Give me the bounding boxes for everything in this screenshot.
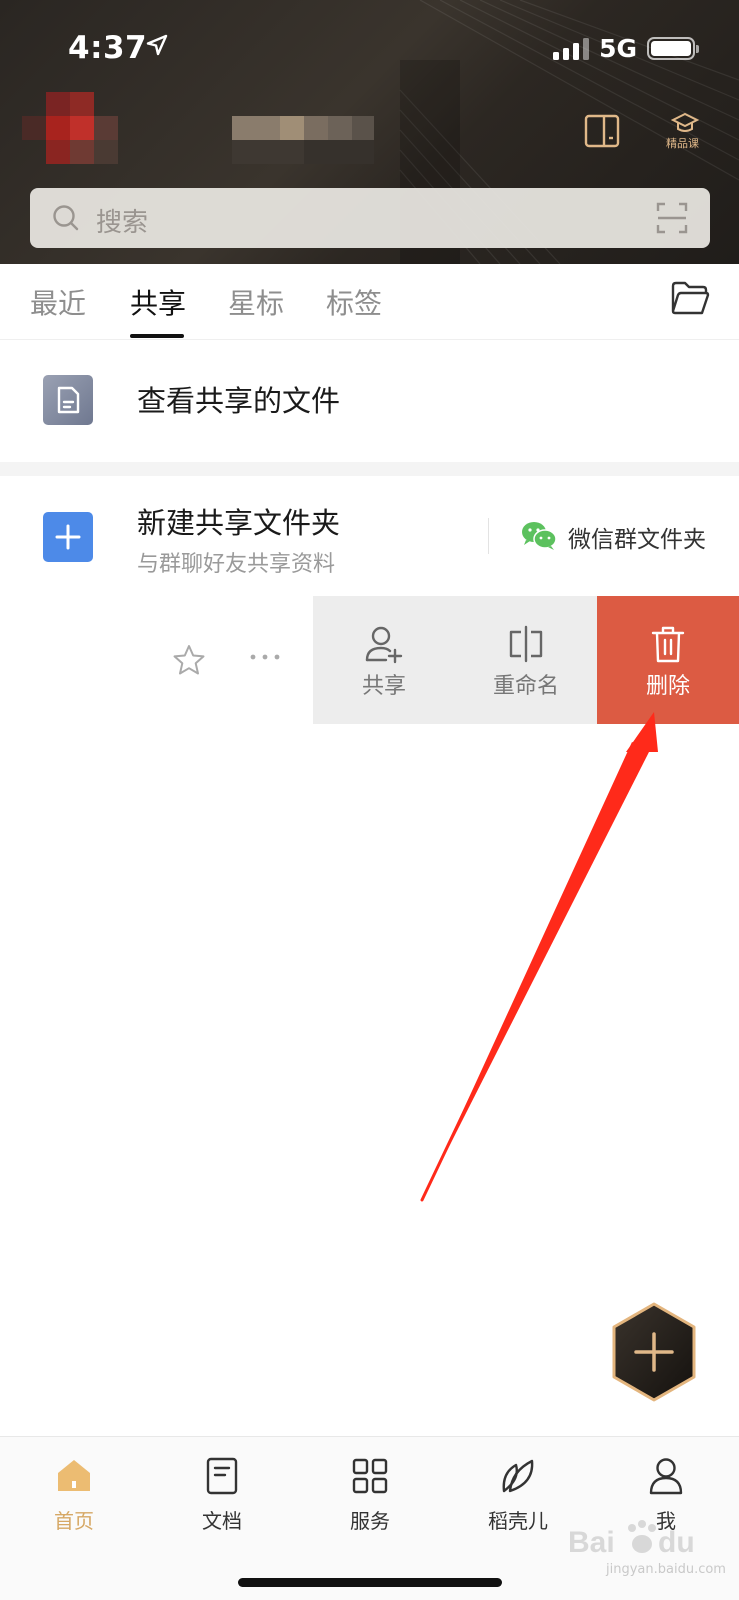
status-indicators: 5G bbox=[553, 34, 699, 63]
more-icon[interactable] bbox=[248, 652, 282, 662]
document-icon bbox=[57, 386, 80, 414]
search-icon bbox=[53, 205, 79, 231]
home-indicator bbox=[238, 1578, 502, 1587]
course-label[interactable]: 精品课 bbox=[666, 135, 699, 151]
status-time: 4:37 bbox=[68, 30, 148, 66]
delete-label: 删除 bbox=[645, 674, 690, 699]
share-button[interactable]: 共享 bbox=[313, 596, 455, 724]
network-type: 5G bbox=[599, 34, 637, 63]
tab-recent[interactable]: 最近 bbox=[30, 282, 86, 322]
search-input[interactable]: 搜索 bbox=[96, 202, 148, 239]
tablet-icon[interactable] bbox=[584, 114, 620, 148]
signal-icon bbox=[553, 37, 590, 60]
rename-button[interactable]: 重命名 bbox=[455, 596, 597, 724]
search-bar[interactable]: 搜索 bbox=[30, 188, 710, 248]
tab-tags[interactable]: 标签 bbox=[326, 282, 382, 322]
avatar[interactable] bbox=[22, 92, 138, 164]
document-badge bbox=[43, 375, 93, 425]
plus-icon bbox=[55, 524, 81, 550]
document-icon bbox=[206, 1457, 238, 1495]
watermark-url: jingyan.baidu.com bbox=[606, 1562, 726, 1577]
tab-bar: 最近 共享 星标 标签 bbox=[0, 264, 739, 340]
trash-icon bbox=[651, 626, 685, 663]
graduation-cap-icon[interactable] bbox=[671, 112, 699, 134]
rename-icon bbox=[509, 625, 543, 663]
grid-icon bbox=[352, 1458, 388, 1494]
battery-icon bbox=[647, 37, 699, 60]
wechat-icon[interactable] bbox=[520, 520, 558, 552]
nav-documents[interactable]: 文档 bbox=[148, 1437, 296, 1547]
leaf-icon bbox=[502, 1459, 534, 1493]
tab-starred[interactable]: 星标 bbox=[228, 282, 284, 322]
svg-text:Bai: Bai bbox=[568, 1526, 615, 1559]
section-divider bbox=[0, 462, 739, 476]
view-shared-files-row[interactable]: 查看共享的文件 bbox=[0, 340, 739, 462]
user-icon bbox=[649, 1458, 683, 1495]
vertical-divider bbox=[488, 518, 489, 554]
create-fab-button[interactable] bbox=[608, 1300, 700, 1404]
folder-icon[interactable] bbox=[670, 280, 710, 316]
new-shared-folder-row[interactable]: 新建共享文件夹 与群聊好友共享资料 微信群文件夹 bbox=[0, 476, 739, 596]
share-label: 共享 bbox=[361, 674, 406, 699]
user-name bbox=[232, 116, 374, 164]
baidu-watermark-logo: Bai du bbox=[568, 1520, 695, 1559]
nav-services[interactable]: 服务 bbox=[296, 1437, 444, 1547]
nav-documents-label: 文档 bbox=[202, 1509, 242, 1533]
rename-label: 重命名 bbox=[492, 674, 559, 699]
home-icon bbox=[58, 1460, 90, 1491]
nav-home[interactable]: 首页 bbox=[0, 1437, 148, 1547]
app-header: 4:37 5G 精品课 搜索 bbox=[0, 0, 739, 264]
nav-home-label: 首页 bbox=[54, 1509, 94, 1533]
view-shared-files-title: 查看共享的文件 bbox=[137, 384, 341, 418]
swiped-folder-row[interactable]: 共享 重命名 删除 bbox=[0, 596, 739, 724]
add-user-icon bbox=[365, 626, 403, 664]
new-shared-folder-subtitle: 与群聊好友共享资料 bbox=[137, 552, 336, 577]
new-shared-folder-title: 新建共享文件夹 bbox=[137, 506, 341, 540]
scan-icon[interactable] bbox=[656, 202, 688, 234]
delete-button[interactable]: 删除 bbox=[597, 596, 739, 724]
tab-shared[interactable]: 共享 bbox=[130, 282, 186, 322]
location-arrow-icon bbox=[146, 34, 168, 56]
wechat-folder-button[interactable]: 微信群文件夹 bbox=[568, 520, 706, 554]
active-tab-indicator bbox=[130, 334, 184, 338]
add-badge bbox=[43, 512, 93, 562]
nav-services-label: 服务 bbox=[350, 1509, 390, 1533]
star-icon[interactable] bbox=[172, 644, 206, 676]
svg-text:du: du bbox=[658, 1526, 695, 1559]
